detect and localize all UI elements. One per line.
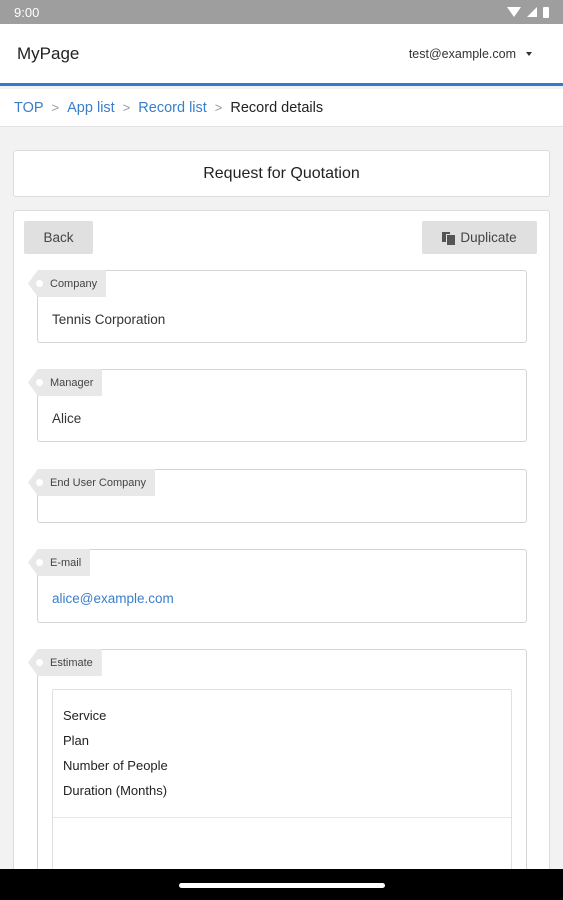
status-icons <box>507 6 549 18</box>
breadcrumb-record-list[interactable]: Record list <box>138 100 207 116</box>
manager-value: Alice <box>52 411 82 426</box>
email-value-link[interactable]: alice@example.com <box>52 591 174 606</box>
user-menu[interactable]: test@example.com <box>409 47 532 61</box>
navigation-bar <box>0 869 563 900</box>
estimate-header-number-of-people: Number of People <box>63 758 168 773</box>
email-label-text: E-mail <box>50 556 82 569</box>
app-header: MyPage test@example.com <box>0 24 563 86</box>
user-email: test@example.com <box>408 46 516 61</box>
manager-label-text: Manager <box>50 376 94 389</box>
label-dot-icon <box>36 559 43 566</box>
status-time: 9:00 <box>14 4 40 20</box>
manager-field: Manager Alice <box>28 369 527 442</box>
estimate-header-service: Service <box>63 708 107 723</box>
breadcrumb-top[interactable]: TOP <box>14 100 44 116</box>
signal-icon <box>527 7 537 17</box>
battery-icon <box>543 6 549 18</box>
caret-down-icon <box>526 51 532 56</box>
label-dot-icon <box>36 479 43 486</box>
end-user-company-label-text: End User Company <box>50 476 146 489</box>
estimate-field-label: Estimate <box>28 649 102 676</box>
back-button-label: Back <box>43 230 74 245</box>
breadcrumb: TOP > App list > Record list > Record de… <box>0 89 563 127</box>
estimate-field: Estimate Service Plan Number of People D… <box>28 649 527 900</box>
breadcrumb-app-list[interactable]: App list <box>67 100 115 116</box>
company-field: Company Tennis Corporation <box>28 270 527 343</box>
estimate-header-duration: Duration (Months) <box>63 783 168 798</box>
label-dot-icon <box>36 659 43 666</box>
estimate-table-divider <box>53 817 511 818</box>
page-title: Request for Quotation <box>203 164 360 182</box>
back-button[interactable]: Back <box>24 221 93 254</box>
company-label-text: Company <box>50 277 98 290</box>
end-user-company-field-label: End User Company <box>28 469 155 496</box>
company-field-label: Company <box>28 270 107 297</box>
wifi-icon <box>507 7 521 17</box>
manager-field-label: Manager <box>28 369 103 396</box>
email-field: E-mail alice@example.com <box>28 549 527 623</box>
company-value: Tennis Corporation <box>52 312 166 327</box>
label-dot-icon <box>36 379 43 386</box>
estimate-label-text: Estimate <box>50 656 93 669</box>
breadcrumb-separator: > <box>214 100 223 115</box>
estimate-table: Service Plan Number of People Duration (… <box>52 689 512 889</box>
label-dot-icon <box>36 280 43 287</box>
record-detail-card: Back Duplicate Company Tennis Corporatio… <box>13 210 550 900</box>
breadcrumb-separator: > <box>122 100 131 115</box>
duplicate-button-label: Duplicate <box>460 230 517 245</box>
app-title: MyPage <box>17 43 80 63</box>
copy-icon <box>442 231 456 245</box>
status-bar: 9:00 <box>0 0 563 24</box>
duplicate-button[interactable]: Duplicate <box>422 221 537 254</box>
email-field-label: E-mail <box>28 549 91 576</box>
page-title-card: Request for Quotation <box>13 150 550 197</box>
end-user-company-field: End User Company <box>28 469 527 523</box>
home-handle[interactable] <box>179 883 385 888</box>
breadcrumb-separator: > <box>51 100 60 115</box>
breadcrumb-current: Record details <box>230 99 324 116</box>
estimate-header-plan: Plan <box>63 733 90 748</box>
